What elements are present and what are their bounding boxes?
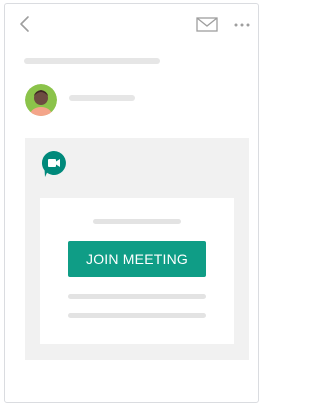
sender-avatar[interactable] <box>25 84 57 116</box>
meeting-details-panel: JOIN MEETING <box>40 198 234 344</box>
sender-name-placeholder <box>69 95 135 101</box>
more-horizontal-icon <box>234 23 250 27</box>
back-button[interactable] <box>15 14 35 34</box>
meeting-detail-placeholder <box>68 313 206 318</box>
meeting-detail-placeholder <box>68 294 206 299</box>
google-meet-logo <box>41 150 67 178</box>
subject-placeholder <box>24 58 160 64</box>
meeting-title-placeholder <box>93 219 181 224</box>
email-toolbar <box>5 4 258 44</box>
envelope-icon <box>196 17 218 32</box>
join-meeting-button[interactable]: JOIN MEETING <box>68 241 206 277</box>
meeting-invite-card: JOIN MEETING <box>25 138 249 360</box>
google-meet-icon <box>41 150 66 177</box>
mail-button[interactable] <box>195 14 219 34</box>
chevron-left-icon <box>20 16 29 32</box>
email-screen: JOIN MEETING <box>4 3 259 403</box>
person-avatar-icon <box>25 84 57 116</box>
more-options-button[interactable] <box>231 14 253 34</box>
